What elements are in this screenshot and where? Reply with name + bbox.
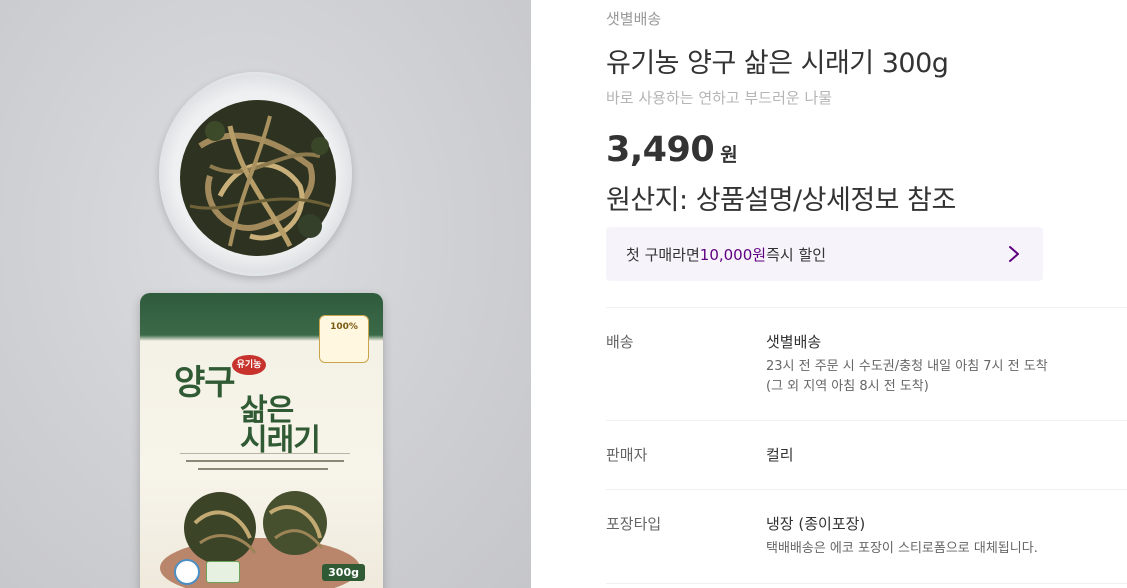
detail-label-packaging: 포장타입 bbox=[606, 515, 662, 533]
haccp-icon bbox=[174, 559, 200, 585]
product-title: 유기농 양구 삶은 시래기 300g bbox=[606, 48, 949, 79]
detail-value-delivery: 샛별배송 bbox=[766, 333, 822, 351]
divider bbox=[606, 489, 1127, 490]
product-price: 3,490 bbox=[606, 130, 715, 170]
detail-label-seller: 판매자 bbox=[606, 446, 648, 464]
price-row: 3,490 원 bbox=[606, 130, 738, 170]
delivery-brand: 샛별배송 bbox=[606, 10, 662, 28]
detail-label-delivery: 배송 bbox=[606, 333, 634, 351]
coupon-prefix: 첫 구매라면 bbox=[626, 245, 700, 264]
package-organic-mark: 유기농 bbox=[232, 355, 266, 375]
package-title-line1: 양구 bbox=[174, 363, 236, 403]
detail-note-packaging: 택배배송은 에코 포장이 스티로폼으로 대체됩니다. bbox=[766, 541, 1038, 556]
detail-row-packaging: 포장타입 냉장 (종이포장) 택배배송은 에코 포장이 스티로폼으로 대체됩니다… bbox=[606, 513, 1127, 583]
divider bbox=[606, 583, 1127, 584]
package-weight: 300g bbox=[322, 564, 365, 581]
detail-value-seller: 컬리 bbox=[766, 446, 794, 464]
chevron-right-icon bbox=[1009, 246, 1019, 262]
detail-note-delivery-1: 23시 전 주문 시 수도권/충청 내일 아침 7시 전 도착 bbox=[766, 359, 1048, 374]
first-purchase-coupon-banner[interactable]: 첫 구매라면 10,000원 즉시 할인 bbox=[606, 227, 1043, 281]
currency-unit: 원 bbox=[720, 144, 738, 166]
product-package: 100% 양구 유기농 삶은 시래기 300g bbox=[140, 293, 383, 588]
detail-value-packaging: 냉장 (종이포장) bbox=[766, 515, 866, 533]
origin-info: 원산지: 상품설명/상세정보 참조 bbox=[606, 185, 956, 216]
divider bbox=[606, 307, 1127, 308]
divider bbox=[606, 420, 1127, 421]
product-image: 100% 양구 유기농 삶은 시래기 300g bbox=[0, 0, 531, 588]
coupon-amount: 10,000원 bbox=[699, 245, 767, 264]
detail-row-delivery: 배송 샛별배송 23시 전 주문 시 수도권/충청 내일 아침 7시 전 도착 … bbox=[606, 331, 1127, 421]
package-badge: 100% bbox=[319, 315, 369, 363]
detail-row-seller: 판매자 컬리 bbox=[606, 444, 1127, 489]
product-info-panel: 샛별배송 유기농 양구 삶은 시래기 300g 바로 사용하는 연하고 부드러운… bbox=[606, 0, 1127, 588]
product-subtitle: 바로 사용하는 연하고 부드러운 나물 bbox=[606, 89, 833, 107]
detail-note-delivery-2: (그 외 지역 아침 8시 전 도착) bbox=[766, 379, 929, 394]
coupon-suffix: 즉시 할인 bbox=[766, 245, 827, 264]
organic-cert-icon bbox=[206, 561, 240, 583]
cooked-greens-image bbox=[180, 100, 336, 256]
